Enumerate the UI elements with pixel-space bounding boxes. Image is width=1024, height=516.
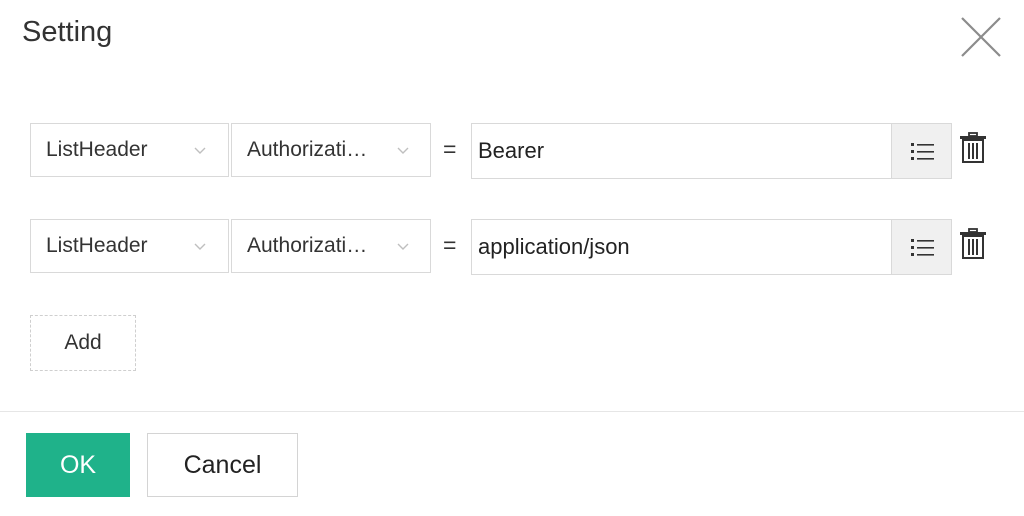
list-button[interactable] (891, 220, 951, 274)
add-row-button[interactable]: Add (30, 315, 136, 371)
type-select-value: ListHeader (46, 138, 148, 161)
key-select[interactable]: Authorizati… (231, 123, 431, 177)
chevron-down-icon (396, 240, 410, 254)
footer-divider (0, 411, 1024, 412)
chevron-down-icon (193, 144, 207, 158)
value-field (471, 219, 952, 275)
ok-button[interactable]: OK (26, 433, 130, 497)
value-input[interactable] (472, 124, 890, 178)
trash-icon[interactable] (958, 227, 988, 261)
list-button[interactable] (891, 124, 951, 178)
equals-operator: = (443, 232, 457, 258)
list-icon (911, 239, 934, 256)
dialog-title: Setting (22, 16, 113, 48)
setting-dialog: Setting ListHeader Authorizati… = Bearer… (0, 0, 1024, 516)
key-select-value: Authorizati… (247, 234, 368, 257)
type-select[interactable]: ListHeader (30, 123, 229, 177)
cancel-button[interactable]: Cancel (147, 433, 298, 497)
type-select[interactable]: ListHeader (30, 219, 229, 273)
equals-operator: = (443, 136, 457, 162)
value-input[interactable] (472, 220, 890, 274)
close-icon[interactable] (958, 14, 1004, 60)
value-field (471, 123, 952, 179)
list-icon (911, 143, 934, 160)
chevron-down-icon (193, 240, 207, 254)
header-row: ListHeader Authorizati… = (30, 219, 990, 275)
header-row: ListHeader Authorizati… = (30, 123, 990, 179)
type-select-value: ListHeader (46, 234, 148, 257)
chevron-down-icon (396, 144, 410, 158)
key-select-value: Authorizati… (247, 138, 368, 161)
key-select[interactable]: Authorizati… (231, 219, 431, 273)
trash-icon[interactable] (958, 131, 988, 165)
